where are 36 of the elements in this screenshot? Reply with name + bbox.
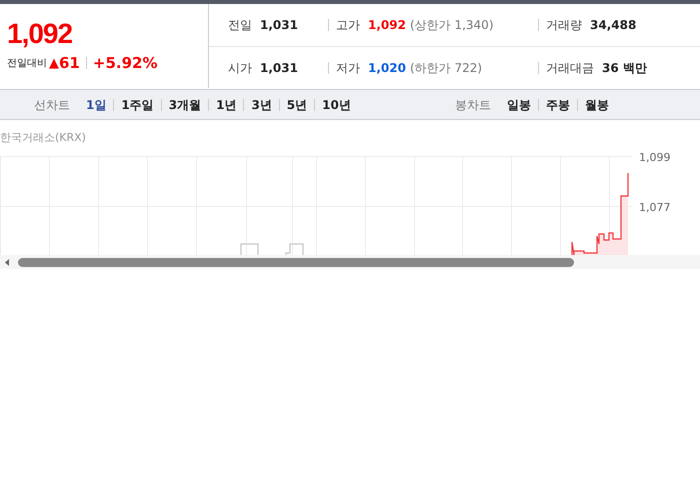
tab-group-label: 선차트	[34, 96, 70, 114]
stat-label: 거래량	[546, 17, 582, 34]
period-tab[interactable]: 주봉	[546, 96, 570, 114]
period-tab[interactable]: 3년	[251, 96, 272, 114]
period-tab[interactable]: 3개월	[168, 96, 202, 114]
current-price: 1,092	[7, 18, 74, 50]
stat-value: 1,020	[368, 60, 406, 77]
scroll-left-icon[interactable]	[5, 258, 9, 266]
stat-value: 1,092	[368, 17, 406, 34]
period-tab[interactable]: 1주일	[121, 96, 154, 114]
stat-value: 36 백만	[602, 60, 647, 77]
stat-note: (하한가 722)	[410, 60, 482, 77]
period-tab[interactable]: 일봉	[507, 96, 531, 114]
stat-value: 34,488	[590, 17, 636, 34]
period-tab[interactable]: 1일	[86, 96, 106, 114]
period-tab[interactable]: 10년	[322, 96, 351, 114]
tab-group-label: 봉차트	[455, 96, 491, 114]
stat-note: (상한가 1,340)	[410, 17, 494, 34]
scrollbar-thumb[interactable]	[18, 258, 574, 266]
change-label: 전일대비	[7, 56, 47, 71]
change-percent: +5.92%	[92, 53, 158, 74]
y-axis-label: 1,077	[639, 200, 670, 216]
stat-value: 1,031	[260, 60, 298, 77]
stat-label: 전일	[228, 17, 252, 34]
stat-value: 1,031	[260, 17, 298, 34]
price-change: 61	[59, 53, 80, 74]
up-triangle-icon: ▲	[49, 54, 59, 73]
exchange-label: 한국거래소(KRX)	[0, 130, 86, 146]
period-tab[interactable]: 월봉	[585, 96, 609, 114]
stat-label: 거래대금	[546, 60, 594, 77]
period-tab[interactable]: 5년	[286, 96, 308, 114]
stat-label: 저가	[336, 60, 360, 77]
period-tab[interactable]: 1년	[216, 96, 236, 114]
stat-label: 고가	[336, 17, 360, 34]
stat-label: 시가	[228, 60, 252, 77]
y-axis-label: 1,099	[639, 150, 670, 166]
